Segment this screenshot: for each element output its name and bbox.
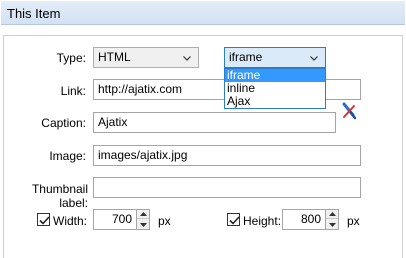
width-unit: px [158,214,171,228]
spin-down-icon[interactable] [137,220,149,229]
panel-header: This Item [1,1,405,25]
width-label: Width: [53,214,88,228]
spin-down-icon[interactable] [326,220,338,229]
height-label: Height: [243,214,282,228]
thumbnail-input[interactable] [93,177,361,198]
this-item-panel: This Item Type: HTML iframe Link: http:/… [0,0,406,258]
type-select[interactable]: HTML [93,47,199,68]
chevron-down-icon [182,52,192,67]
caption-label: Caption: [41,116,86,130]
width-checkbox[interactable] [37,213,50,226]
height-input[interactable]: 800 [282,209,326,230]
mode-option-ajax[interactable]: Ajax [225,95,325,108]
spin-up-icon[interactable] [137,210,149,219]
mode-select[interactable]: iframe [224,47,326,68]
checkmark-icon [39,216,50,225]
type-label: Type: [56,51,86,65]
mode-select-value: iframe [229,50,263,64]
thumbnail-label: Thumbnail label: [31,182,88,210]
link-label: Link: [60,84,86,98]
checkmark-icon [229,216,240,225]
width-spinner[interactable] [136,209,150,230]
image-input[interactable]: images/ajatix.jpg [93,145,361,166]
panel-title: This Item [7,6,61,21]
height-spinner[interactable] [325,209,339,230]
height-unit: px [347,214,360,228]
image-label: Image: [49,149,86,163]
chevron-down-icon [309,52,319,67]
type-select-value: HTML [98,50,131,64]
height-checkbox[interactable] [227,213,240,226]
mode-dropdown-list: iframe inline Ajax [224,68,326,109]
spin-up-icon[interactable] [326,210,338,219]
width-input[interactable]: 700 [93,209,137,230]
clear-brush-icon[interactable] [340,102,358,123]
caption-input[interactable]: Ajatix [93,112,336,133]
